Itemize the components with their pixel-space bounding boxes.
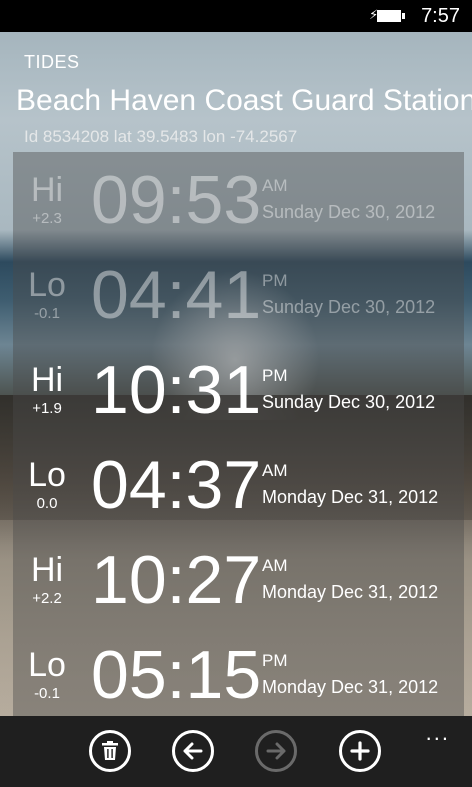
tide-ampm: PM — [262, 271, 288, 290]
more-menu-button[interactable]: ... — [426, 722, 450, 744]
trash-icon — [102, 741, 118, 760]
tide-height: +1.9 — [32, 400, 62, 417]
tide-row[interactable]: Hi +1.9 10:31 PM Sunday Dec 30, 2012 — [0, 342, 472, 438]
arrow-right-icon — [266, 742, 286, 760]
forward-button[interactable] — [255, 730, 297, 772]
add-button[interactable] — [339, 730, 381, 772]
station-meta: Id 8534208 lat 39.5483 lon -74.2567 — [24, 127, 298, 146]
tide-row[interactable]: Hi +2.3 09:53 AM Sunday Dec 30, 2012 — [0, 152, 472, 248]
tide-ampm: PM — [262, 366, 288, 385]
tide-ampm: PM — [262, 651, 288, 670]
tide-kind: Lo — [28, 456, 66, 494]
tide-date: Sunday Dec 30, 2012 — [262, 297, 436, 317]
tide-kind: Hi — [30, 171, 64, 209]
tide-ampm: AM — [262, 176, 288, 195]
tide-height: +2.3 — [32, 210, 62, 227]
tide-height: 0.0 — [36, 495, 58, 512]
arrow-left-icon — [183, 742, 203, 760]
status-clock: 7:57 — [421, 4, 460, 27]
tide-height: -0.1 — [34, 305, 60, 322]
tide-time: 09:53 — [91, 162, 262, 238]
status-bar: ⚡ 7:57 — [0, 0, 472, 32]
tide-row[interactable]: Lo -0.1 05:15 PM Monday Dec 31, 2012 — [0, 627, 472, 723]
tide-date: Sunday Dec 30, 2012 — [262, 202, 436, 222]
delete-button[interactable] — [89, 730, 131, 772]
battery-icon: ⚡ — [369, 9, 406, 23]
tide-date: Monday Dec 31, 2012 — [262, 582, 439, 602]
tide-time: 04:41 — [91, 257, 262, 333]
back-button[interactable] — [172, 730, 214, 772]
tide-date: Monday Dec 31, 2012 — [262, 487, 439, 507]
tide-row[interactable]: Hi +2.2 10:27 AM Monday Dec 31, 2012 — [0, 532, 472, 628]
station-name: Beach Haven Coast Guard Station — [16, 84, 472, 117]
tide-height: -0.1 — [34, 685, 60, 702]
app-title: TIDES — [24, 52, 80, 72]
tide-row[interactable]: Lo 0.0 04:37 AM Monday Dec 31, 2012 — [0, 437, 472, 533]
tide-ampm: AM — [262, 461, 288, 480]
tide-time: 04:37 — [91, 447, 262, 523]
tide-date: Sunday Dec 30, 2012 — [262, 392, 436, 412]
tide-kind: Lo — [28, 646, 66, 684]
tide-date: Monday Dec 31, 2012 — [262, 677, 439, 697]
tide-kind: Lo — [28, 266, 66, 304]
tide-height: +2.2 — [32, 590, 62, 607]
plus-icon — [350, 741, 370, 761]
tide-kind: Hi — [30, 551, 64, 589]
app-bar: ... — [0, 716, 472, 787]
tide-time: 10:31 — [91, 352, 262, 428]
tide-time: 10:27 — [91, 542, 262, 618]
tide-kind: Hi — [30, 361, 64, 399]
tide-ampm: AM — [262, 556, 288, 575]
tide-time: 05:15 — [91, 637, 262, 713]
tide-row[interactable]: Lo -0.1 04:41 PM Sunday Dec 30, 2012 — [0, 247, 472, 343]
